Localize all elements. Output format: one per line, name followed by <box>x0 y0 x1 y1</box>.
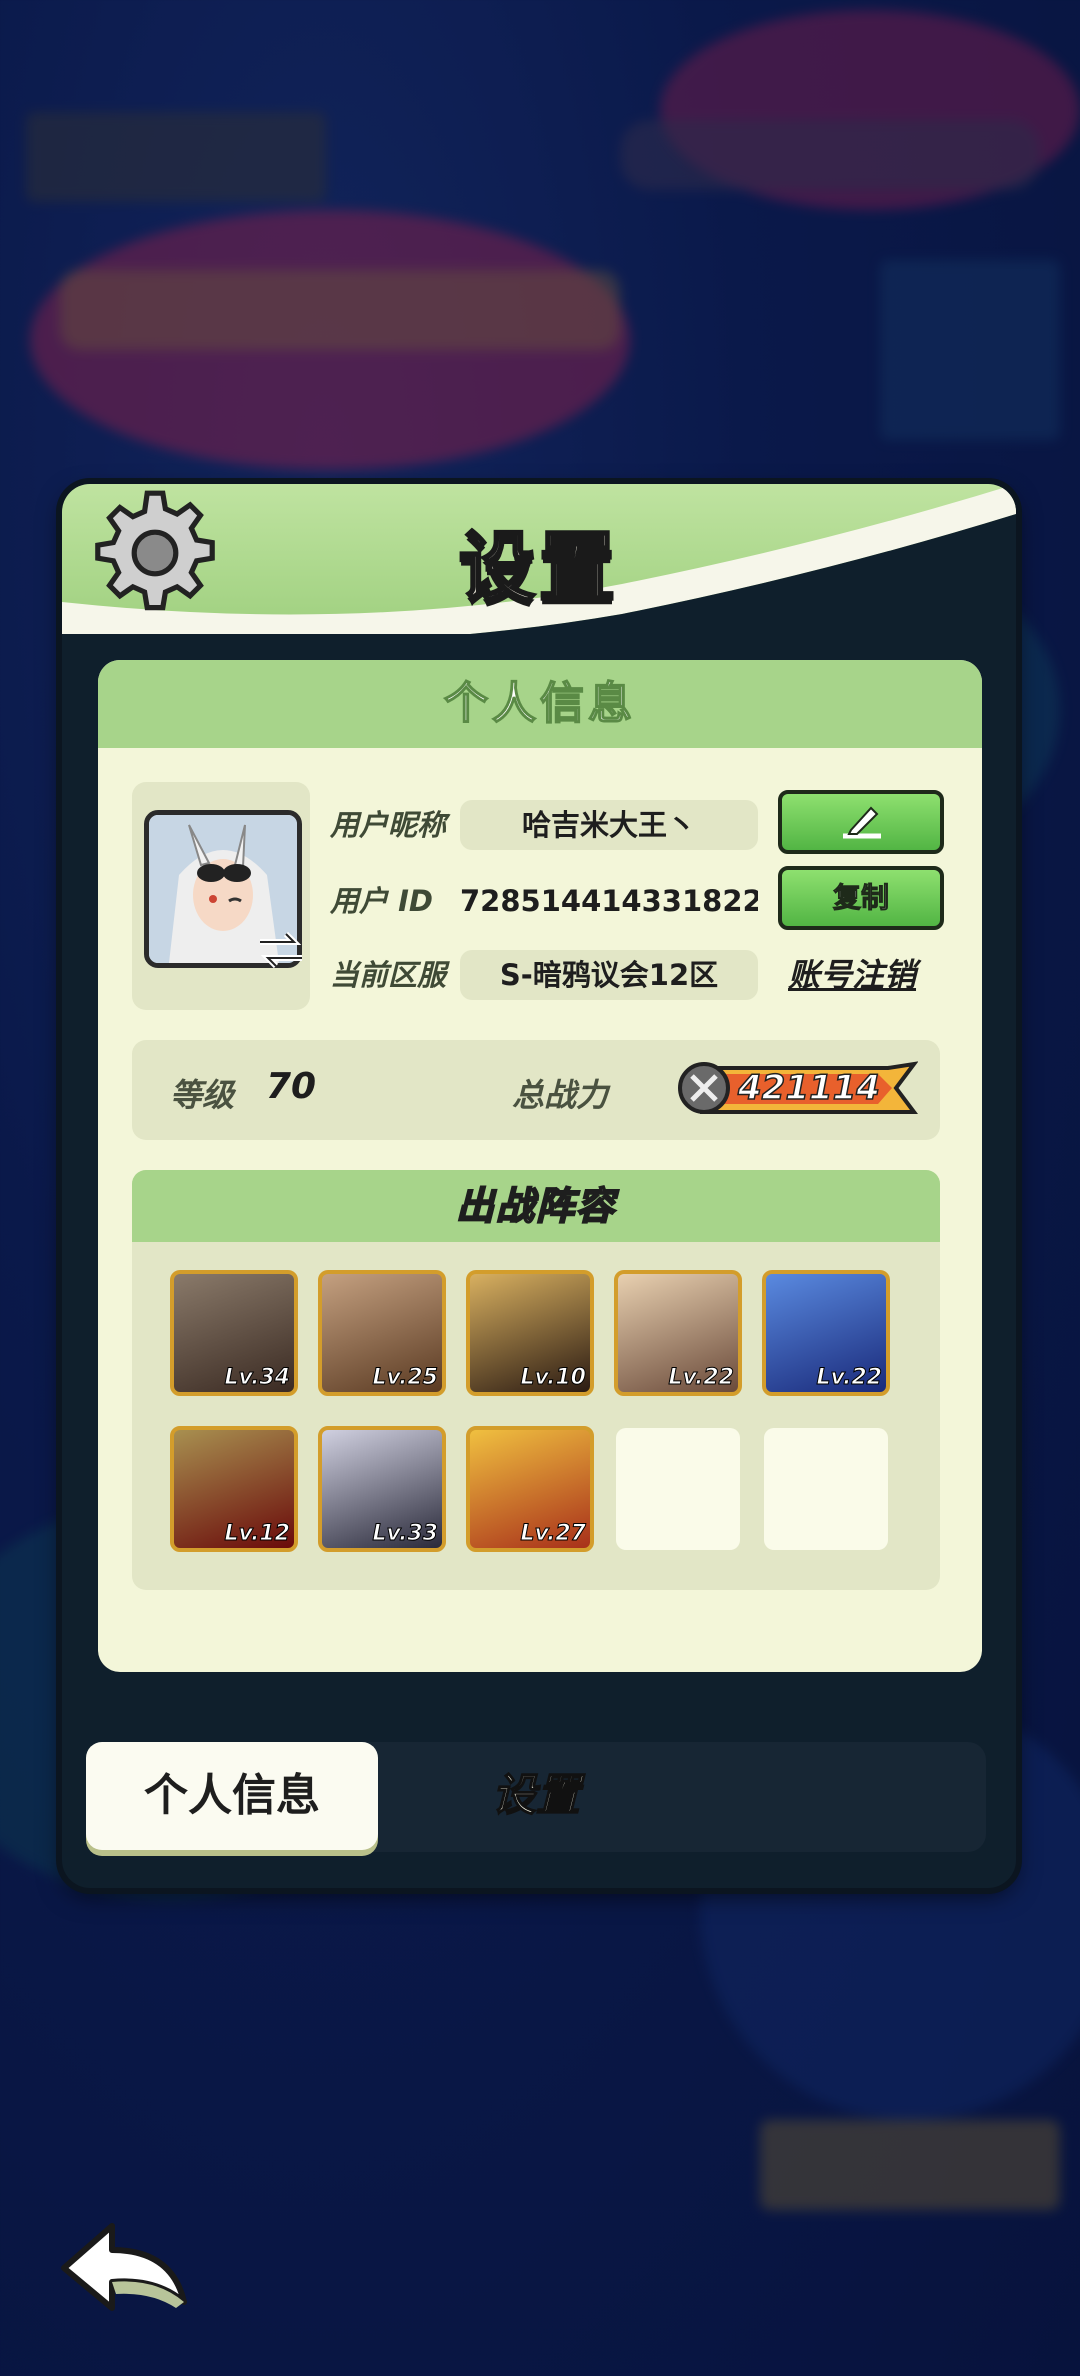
hero-level: Lv.27 <box>520 1521 587 1547</box>
hero-slot[interactable]: Lv.33 <box>318 1426 446 1552</box>
panel-title: 设置 <box>458 522 619 614</box>
swap-avatar-icon[interactable] <box>256 930 306 970</box>
panel-tabs: 个人信息 设置 <box>86 1742 986 1852</box>
lineup-title: 出战阵容 <box>132 1170 940 1242</box>
hero-slot[interactable]: Lv.25 <box>318 1270 446 1396</box>
back-arrow-icon[interactable] <box>56 2216 192 2316</box>
empty-hero-slot[interactable] <box>616 1428 740 1550</box>
tab-profile[interactable]: 个人信息 <box>86 1742 378 1850</box>
hero-level: Lv.25 <box>372 1365 439 1391</box>
pencil-icon <box>843 806 881 839</box>
hero-slot[interactable]: Lv.22 <box>762 1270 890 1396</box>
tab-settings[interactable]: 设置 <box>386 1742 686 1850</box>
power-value: 421114 <box>737 1067 880 1109</box>
level-label: 等级 <box>170 1076 235 1114</box>
profile-section-title: 个人信息 <box>98 660 982 748</box>
settings-panel: 设置 个人信息 用户昵称 哈吉米大王丶 用户 ID 72851441433182… <box>62 484 1016 1888</box>
user-id-label: 用户 ID <box>330 884 433 918</box>
panel-header: 设置 <box>62 484 1016 634</box>
hero-level: Lv.22 <box>816 1365 883 1391</box>
power-badge: 421114 <box>678 1060 918 1116</box>
hero-slot[interactable]: Lv.12 <box>170 1426 298 1552</box>
nickname-value: 哈吉米大王丶 <box>460 800 758 850</box>
power-label: 总战力 <box>512 1076 609 1114</box>
hero-slot[interactable]: Lv.10 <box>466 1270 594 1396</box>
edit-nickname-button[interactable] <box>778 790 944 854</box>
avatar-container[interactable] <box>132 782 310 1010</box>
profile-card: 个人信息 用户昵称 哈吉米大王丶 用户 ID 728514414331822 复… <box>98 660 982 1672</box>
battle-lineup: 出战阵容 Lv.34 Lv.25 Lv.10 Lv.22 Lv.22 Lv.12… <box>132 1170 940 1590</box>
server-value: S-暗鸦议会12区 <box>460 950 758 1000</box>
nickname-label: 用户昵称 <box>330 808 447 842</box>
hero-level: Lv.34 <box>224 1365 291 1391</box>
hero-slot[interactable]: Lv.22 <box>614 1270 742 1396</box>
copy-id-button[interactable]: 复制 <box>778 866 944 930</box>
hero-level: Lv.22 <box>668 1365 735 1391</box>
server-label: 当前区服 <box>330 958 447 992</box>
empty-hero-slot[interactable] <box>764 1428 888 1550</box>
stats-bar: 等级 70 总战力 421114 <box>132 1040 940 1140</box>
hero-level: Lv.12 <box>224 1521 291 1547</box>
crossed-swords-icon <box>678 1060 730 1116</box>
hero-slot[interactable]: Lv.34 <box>170 1270 298 1396</box>
hero-level: Lv.33 <box>372 1521 439 1547</box>
user-id-value: 72851441433182289 <box>460 884 758 918</box>
level-value: 70 <box>266 1066 317 1107</box>
account-deletion-link[interactable]: 账号注销 <box>788 950 916 996</box>
hero-level: Lv.10 <box>520 1365 587 1391</box>
hero-slot[interactable]: Lv.27 <box>466 1426 594 1552</box>
